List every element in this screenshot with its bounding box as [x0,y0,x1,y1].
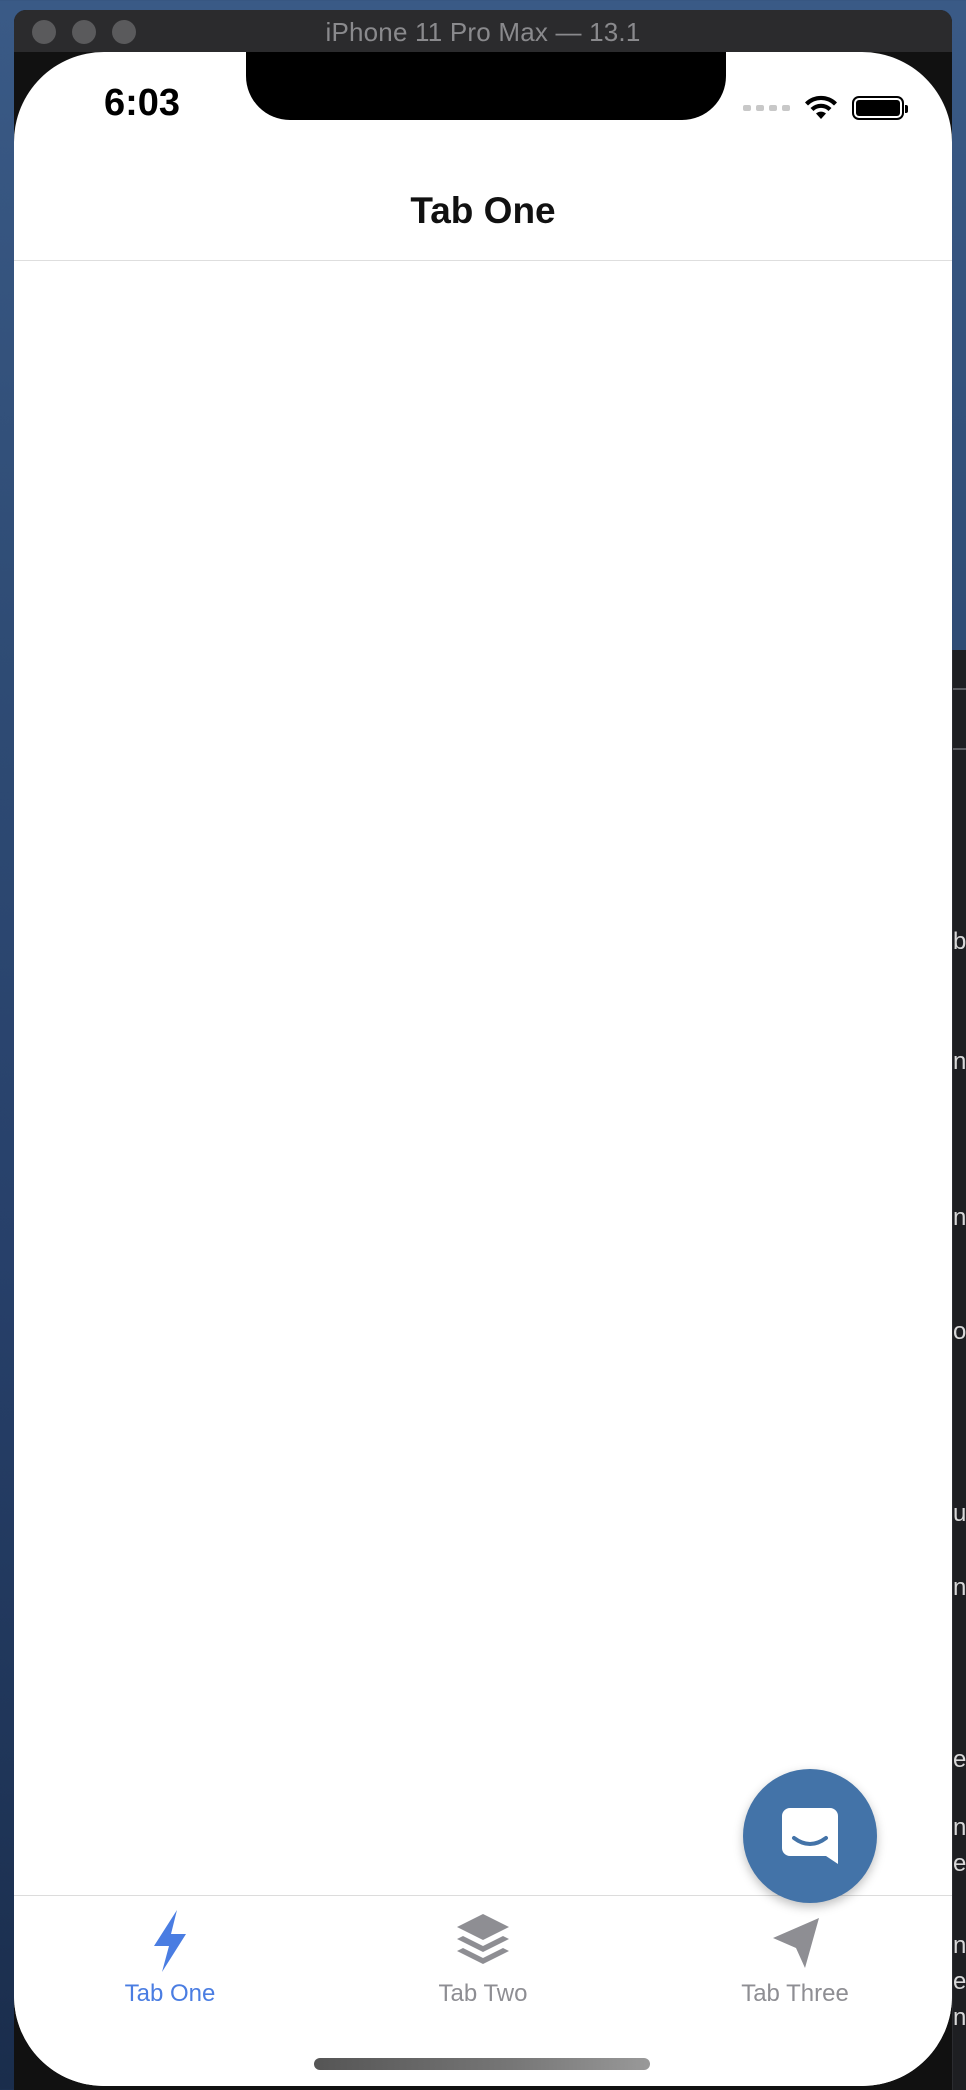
battery-icon [852,96,908,120]
text-fragment: n [953,2006,966,2030]
window-title: iPhone 11 Pro Max — 13.1 [325,17,641,47]
text-fragment: n [953,1934,966,1958]
tab-three-label: Tab Three [741,1980,849,2007]
main-content [14,261,952,1896]
device-notch [246,52,726,120]
text-fragment: n [953,1816,966,1840]
send-icon [773,1918,819,1968]
text-fragment: b [953,930,966,954]
navigation-bar: Tab One [14,166,952,261]
text-fragment: e [953,1970,966,1994]
background-app-window: b n n o u n e n e n e n [952,650,966,2090]
text-fragment: e [953,1852,966,1876]
lightning-icon [154,1910,186,1972]
status-icons [743,90,908,126]
window-titlebar[interactable]: iPhone 11 Pro Max — 13.1 [14,10,952,52]
status-time: 6:03 [104,82,181,124]
text-fragment: o [953,1320,966,1344]
chat-icon [782,1808,838,1864]
text-fragment: n [953,1050,966,1074]
cellular-signal-icon [743,105,790,111]
tab-two-label: Tab Two [438,1980,528,2007]
wifi-icon [805,95,837,119]
chat-launcher-button[interactable] [743,1769,877,1903]
text-fragment: e [953,1748,966,1772]
tab-one-label: Tab One [124,1980,216,2007]
home-indicator[interactable] [314,2058,650,2070]
text-fragment: n [953,1576,966,1600]
window-divider [953,748,966,750]
tab-one[interactable]: Tab One [60,1908,280,2008]
page-title: Tab One [410,190,556,231]
tab-two[interactable]: Tab Two [373,1908,593,2008]
layers-icon [457,1914,509,1964]
tab-three[interactable]: Tab Three [685,1908,905,2008]
text-fragment: u [953,1502,966,1526]
window-divider [953,688,966,690]
text-fragment: n [953,1206,966,1230]
